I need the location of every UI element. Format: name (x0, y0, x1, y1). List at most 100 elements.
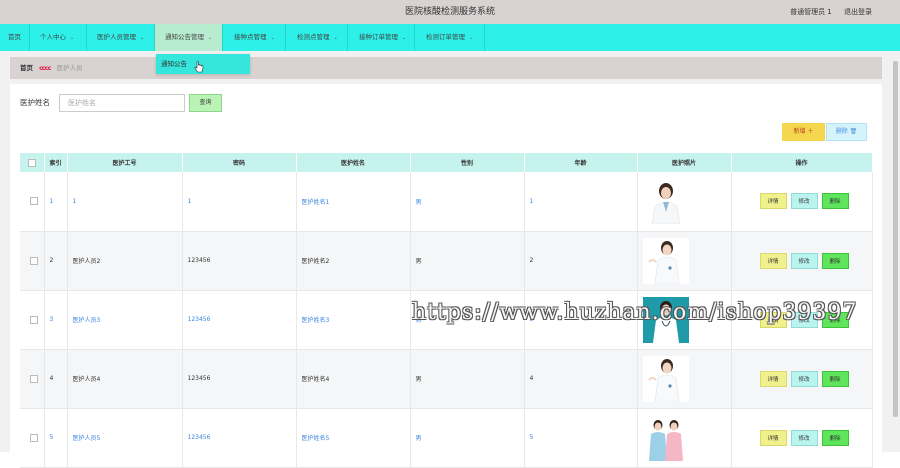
nav-item-label: 个人中心 (40, 33, 66, 41)
detail-button[interactable]: 详情 (759, 252, 787, 269)
nav-item-vaccination-sites[interactable]: 接种点管理 ⌄ (223, 24, 286, 51)
breadcrumb-separator: cccc (39, 64, 51, 72)
chevron-down-icon: ⌄ (208, 35, 213, 41)
table-row: 4 医护人员4 123456 医护姓名4 男 4 详情 修改 删除 (20, 349, 873, 409)
scrollbar-thumb[interactable] (893, 61, 898, 417)
user-area: 普通管理员 1 退出登录 (780, 0, 872, 24)
nav-item-label: 接种点管理 (234, 33, 267, 41)
name-cell: 医护姓名2 (296, 231, 411, 291)
password-cell: 123456 (182, 290, 297, 350)
logout-link[interactable]: 退出登录 (844, 8, 872, 16)
nav-item-profile[interactable]: 个人中心 ⌄ (30, 24, 87, 51)
add-button[interactable]: 新增 ＋ (782, 123, 825, 141)
ops-cell: 详情 修改 删除 (731, 408, 873, 468)
age-cell: 2 (524, 231, 638, 291)
main-nav: 首页 个人中心 ⌄ 医护人员管理 ⌄ 通知公告管理 ⌄ 接种点管理 ⌄ 检测点管理 ⌄ 接… (0, 24, 900, 51)
chevron-down-icon: ⌄ (270, 35, 275, 41)
staff-photo (642, 237, 689, 284)
row-select-cell (20, 290, 45, 350)
ops-cell: 详情 修改 删除 (731, 172, 873, 232)
edit-button[interactable]: 修改 (790, 252, 818, 269)
row-select-cell (20, 231, 45, 291)
photo-cell (637, 408, 732, 468)
chevron-down-icon: ⌄ (469, 35, 474, 41)
nav-item-notices[interactable]: 通知公告管理 ⌄ (155, 24, 223, 51)
nav-item-testing-orders[interactable]: 检测订单管理 ⌄ (415, 24, 485, 51)
password-cell: 123456 (182, 408, 297, 468)
chevron-down-icon: ⌄ (140, 35, 145, 41)
index-cell: 4 (44, 349, 68, 409)
dropdown-item-notices[interactable]: 通知公告 (161, 54, 187, 74)
table-header: 索引 医护工号 密码 医护姓名 性别 年龄 医护照片 操作 (20, 153, 873, 172)
column-header: 密码 (182, 153, 297, 172)
detail-button[interactable]: 详情 (759, 429, 787, 446)
row-select-cell (20, 408, 45, 468)
work-no-cell: 医护人员4 (67, 349, 183, 409)
chevron-down-icon: ⌄ (402, 35, 407, 41)
edit-button[interactable]: 修改 (790, 370, 818, 387)
select-all-checkbox[interactable] (27, 158, 36, 167)
edit-button[interactable]: 修改 (790, 429, 818, 446)
column-header: 操作 (731, 153, 873, 172)
watermark-text: https://www.huzhan.com/ishop39397 (412, 300, 858, 325)
search-input[interactable] (59, 94, 185, 112)
photo-cell (637, 349, 732, 409)
nav-item-testing-sites[interactable]: 检测点管理 ⌄ (286, 24, 348, 51)
detail-button[interactable]: 详情 (759, 193, 787, 210)
name-cell: 医护姓名5 (296, 408, 411, 468)
column-header: 索引 (44, 153, 68, 172)
nav-item-label: 检测点管理 (297, 33, 330, 41)
work-no-cell: 医护人员5 (67, 408, 183, 468)
row-select-cell (20, 349, 45, 409)
table-row: 2 医护人员2 123456 医护姓名2 男 2 详情 修改 删除 (20, 231, 873, 291)
nav-item-label: 通知公告管理 (165, 33, 204, 41)
row-select-cell (20, 172, 45, 232)
gender-cell: 男 (410, 231, 525, 291)
row-checkbox[interactable] (30, 197, 39, 206)
row-checkbox[interactable] (30, 256, 39, 265)
ops-cell: 详情 修改 删除 (731, 349, 873, 409)
age-cell: 5 (524, 408, 638, 468)
gender-cell: 男 (410, 349, 525, 409)
password-cell: 123456 (182, 231, 297, 291)
row-checkbox[interactable] (30, 433, 39, 442)
work-no-cell: 医护人员2 (67, 231, 183, 291)
user-role-label: 普通管理员 1 (790, 8, 832, 16)
delete-button[interactable]: 删除 (821, 252, 849, 269)
breadcrumb-home[interactable]: 首页 (20, 64, 33, 72)
nav-item-label: 检测订单管理 (426, 33, 465, 41)
delete-button[interactable]: 删除 (821, 429, 849, 446)
edit-button[interactable]: 修改 (790, 193, 818, 210)
password-cell: 1 (182, 172, 297, 232)
gender-cell: 男 (410, 172, 525, 232)
name-cell: 医护姓名4 (296, 349, 411, 409)
delete-button[interactable]: 删除 (821, 370, 849, 387)
detail-button[interactable]: 详情 (759, 370, 787, 387)
row-checkbox[interactable] (30, 315, 39, 324)
age-cell: 4 (524, 349, 638, 409)
row-checkbox[interactable] (30, 374, 39, 383)
vertical-scrollbar[interactable] (891, 51, 900, 452)
chevron-down-icon: ⌄ (70, 35, 75, 41)
age-cell: 1 (524, 172, 638, 232)
nav-item-vaccination-orders[interactable]: 接种订单管理 ⌄ (348, 24, 415, 51)
photo-cell (637, 172, 732, 232)
index-cell: 5 (44, 408, 68, 468)
nav-item-label: 接种订单管理 (359, 33, 398, 41)
nav-item-home[interactable]: 首页 (0, 24, 30, 51)
search-button[interactable]: 查询 (189, 94, 222, 112)
name-cell: 医护姓名1 (296, 172, 411, 232)
staff-photo (642, 355, 689, 402)
column-header: 医护姓名 (296, 153, 411, 172)
ops-cell: 详情 修改 删除 (731, 231, 873, 291)
index-cell: 2 (44, 231, 68, 291)
work-no-cell: 医护人员3 (67, 290, 183, 350)
gender-cell: 男 (410, 408, 525, 468)
nav-item-medical-staff[interactable]: 医护人员管理 ⌄ (87, 24, 155, 51)
column-header: 年龄 (524, 153, 638, 172)
batch-delete-button[interactable]: 删除 🗑 (826, 123, 867, 141)
search-label: 医护姓名 (20, 98, 50, 107)
table-row: 5 医护人员5 123456 医护姓名5 男 5 详情 修改 删除 (20, 408, 873, 468)
breadcrumb-current: 医护人员 (56, 64, 83, 72)
delete-button[interactable]: 删除 (821, 193, 849, 210)
